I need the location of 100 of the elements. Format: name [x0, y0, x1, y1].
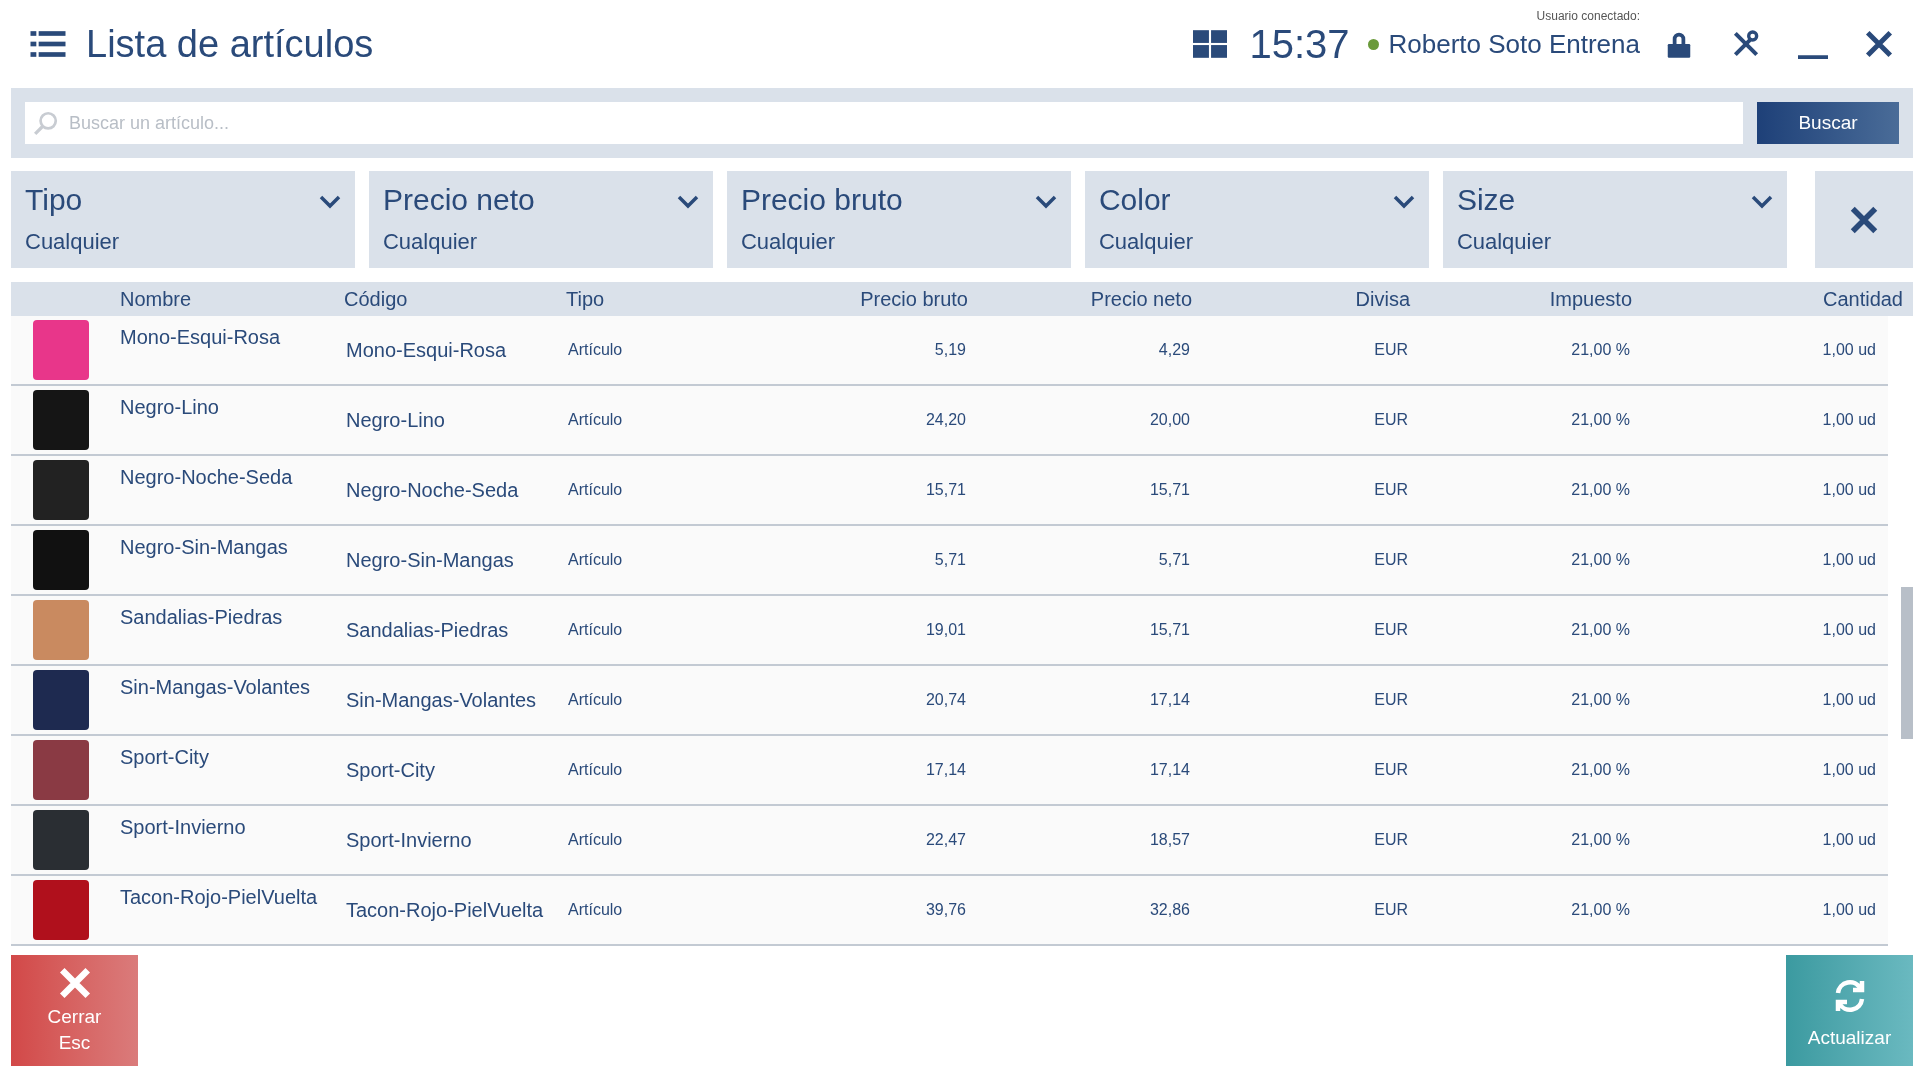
- search-field[interactable]: Buscar un artículo...: [25, 102, 1743, 144]
- photo-placeholder: [32, 880, 89, 940]
- table-cell-text: 18,57: [1149, 830, 1190, 850]
- table-cell-text: 21,00 %: [1571, 900, 1630, 920]
- photo-placeholder: [32, 600, 89, 660]
- table-cell-text: 1,00 ud: [1822, 620, 1876, 640]
- chevron-down-icon: [676, 195, 699, 209]
- table-cell-text: EUR: [1374, 760, 1408, 780]
- table-cell-text: 15,71: [1149, 480, 1190, 500]
- photo-placeholder: [32, 810, 89, 870]
- photo-placeholder: [32, 740, 89, 800]
- table-cell-text: EUR: [1374, 830, 1408, 850]
- close-button[interactable]: Cerrar Esc: [11, 955, 138, 1066]
- clear-filters-button[interactable]: [1814, 171, 1913, 268]
- column-header[interactable]: Código: [344, 288, 408, 310]
- column-header[interactable]: Tipo: [566, 288, 605, 310]
- table-cell: Sin-Mangas-Volantes: [120, 676, 311, 698]
- column-header[interactable]: Nombre: [120, 288, 192, 310]
- photo-placeholder: [32, 390, 89, 450]
- search-button[interactable]: Buscar: [1757, 102, 1899, 144]
- table-cell-text: 15,71: [1149, 620, 1190, 640]
- table-cell-text: 20,00: [1149, 410, 1190, 430]
- user-name: Roberto Soto Entrena: [1388, 27, 1640, 61]
- table-cell: Negro-Lino: [120, 396, 219, 418]
- table-cell-text: EUR: [1374, 900, 1408, 920]
- table-cell-text: 1,00 ud: [1822, 900, 1876, 920]
- table-cell-text: Artículo: [568, 550, 623, 570]
- close-icon: [1848, 204, 1879, 235]
- table-cell-text: 21,00 %: [1571, 760, 1630, 780]
- table-cell-text: 21,00 %: [1571, 620, 1630, 640]
- menu-icon[interactable]: [30, 30, 66, 58]
- table-cell-text: Artículo: [568, 690, 623, 710]
- table-cell-text: 1,00 ud: [1822, 830, 1876, 850]
- table-cell-text: EUR: [1374, 410, 1408, 430]
- table-cell: Tacon-Rojo-PielVuelta: [120, 886, 318, 908]
- table-cell-text: 20,74: [925, 690, 966, 710]
- column-header[interactable]: Impuesto: [1549, 288, 1632, 310]
- table-cell: Sport-City: [120, 746, 209, 768]
- filter-dropdown[interactable]: Precio bruto Cualquier: [726, 171, 1071, 268]
- column-header[interactable]: Precio bruto: [860, 288, 968, 310]
- table-row[interactable]: Mono-Esqui-Rosa Mono-Esqui-Rosa Artículo 5,19 4,29 EUR 21,00 % 1,00 ud: [11, 316, 1888, 386]
- table-cell-text: Sport-Invierno: [346, 828, 472, 853]
- table-cell: Negro-Sin-Mangas: [120, 536, 288, 558]
- filter-dropdown[interactable]: Tipo Cualquier: [11, 171, 355, 268]
- chevron-down-icon: [318, 195, 341, 209]
- table-row[interactable]: Negro-Noche-Seda Negro-Noche-Seda Artículo 15,71 15,71 EUR 21,00 % 1,00 ud: [11, 456, 1888, 526]
- table-cell-text: Sin-Mangas-Volantes: [346, 688, 537, 713]
- table-cell-text: 5,19: [934, 340, 966, 360]
- table-row[interactable]: Negro-Sin-Mangas Negro-Sin-Mangas Artículo 5,71 5,71 EUR 21,00 % 1,00 ud: [11, 526, 1888, 596]
- table-row[interactable]: Sin-Mangas-Volantes Sin-Mangas-Volantes Artículo 20,74 17,14 EUR 21,00 % 1,00 ud: [11, 666, 1888, 736]
- table-row[interactable]: Sandalias-Piedras Sandalias-Piedras Artículo 19,01 15,71 EUR 21,00 % 1,00 ud: [11, 596, 1888, 666]
- table-row[interactable]: Tacon-Rojo-PielVuelta Tacon-Rojo-PielVuelta Artículo 39,76 32,86 EUR 21,00 % 1,00 ud: [11, 876, 1888, 946]
- column-header[interactable]: Precio neto: [1090, 288, 1192, 310]
- table-cell-text: 17,14: [925, 760, 966, 780]
- photo-placeholder: [32, 670, 89, 730]
- table-cell-text: 21,00 %: [1571, 410, 1630, 430]
- table-cell-text: Artículo: [568, 340, 623, 360]
- table-cell-text: Artículo: [568, 900, 623, 920]
- table-cell-text: 24,20: [925, 410, 966, 430]
- table-row[interactable]: Sport-City Sport-City Artículo 17,14 17,14 EUR 21,00 % 1,00 ud: [11, 736, 1888, 806]
- window-title: Lista de artículos: [86, 25, 374, 63]
- photo-placeholder: [32, 460, 89, 520]
- column-header[interactable]: Cantidad: [1822, 288, 1903, 310]
- filter-dropdown[interactable]: Color Cualquier: [1084, 171, 1429, 268]
- chevron-down-icon: [1392, 195, 1415, 209]
- table-cell-text: Artículo: [568, 480, 623, 500]
- table-cell-text: 5,71: [1158, 550, 1190, 570]
- filter-dropdown[interactable]: Precio neto Cualquier: [368, 171, 713, 268]
- table-cell: Negro-Noche-Seda: [120, 466, 293, 488]
- filter-dropdown[interactable]: Size Cualquier: [1442, 171, 1787, 268]
- table-cell-text: Negro-Noche-Seda: [346, 478, 519, 503]
- table-cell: Sport-Invierno: [120, 816, 246, 838]
- search-icon: [33, 110, 59, 136]
- table-cell-text: 21,00 %: [1571, 830, 1630, 850]
- table-cell-text: 17,14: [1149, 690, 1190, 710]
- windows-icon[interactable]: [1193, 29, 1228, 59]
- table-cell-text: 1,00 ud: [1822, 340, 1876, 360]
- table-cell: Sandalias-Piedras: [120, 606, 283, 628]
- table-cell-text: 17,14: [1149, 760, 1190, 780]
- table-cell-text: 21,00 %: [1571, 480, 1630, 500]
- table-row[interactable]: Negro-Lino Negro-Lino Artículo 24,20 20,00 EUR 21,00 % 1,00 ud: [11, 386, 1888, 456]
- table-cell-text: 1,00 ud: [1822, 410, 1876, 430]
- table-cell-text: 19,01: [925, 620, 966, 640]
- clock: 15:37: [1249, 24, 1350, 64]
- close-icon: [57, 965, 92, 1000]
- table-cell-text: Artículo: [568, 760, 623, 780]
- table-row[interactable]: Sport-Invierno Sport-Invierno Artículo 22,47 18,57 EUR 21,00 % 1,00 ud: [11, 806, 1888, 876]
- scrollbar-thumb[interactable]: [1901, 587, 1913, 739]
- table-cell-text: EUR: [1374, 690, 1408, 710]
- photo-placeholder: [32, 530, 89, 590]
- column-header[interactable]: Divisa: [1355, 288, 1410, 310]
- table-cell-text: 1,00 ud: [1822, 690, 1876, 710]
- table-cell-text: 1,00 ud: [1822, 550, 1876, 570]
- table-cell-text: EUR: [1374, 620, 1408, 640]
- close-icon[interactable]: [1864, 29, 1894, 59]
- table-cell-text: 5,71: [934, 550, 966, 570]
- table-cell-text: Sport-City: [346, 758, 435, 783]
- table-cell-text: Artículo: [568, 830, 623, 850]
- table-cell-text: 1,00 ud: [1822, 760, 1876, 780]
- table-cell-text: 21,00 %: [1571, 550, 1630, 570]
